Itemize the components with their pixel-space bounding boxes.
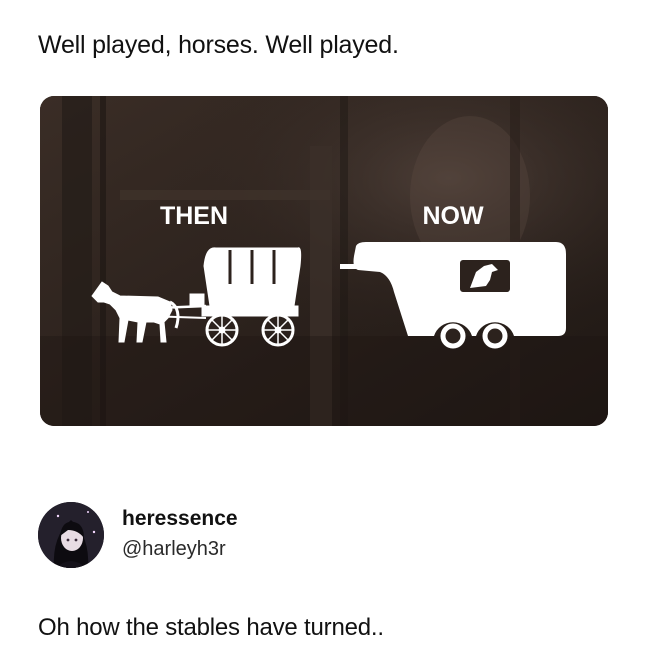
post-screenshot: Well played, horses. Well played. THEN N… xyxy=(0,0,646,665)
then-label: THEN xyxy=(160,202,228,230)
then-now-graphic: THEN NOW xyxy=(40,96,608,426)
post-image[interactable]: THEN NOW xyxy=(40,96,608,426)
author-handle[interactable]: @harleyh3r xyxy=(122,536,226,562)
avatar-illustration xyxy=(38,502,104,568)
post-text: Well played, horses. Well played. xyxy=(38,31,399,59)
reply-text: Oh how the stables have turned.. xyxy=(38,614,384,641)
reply-author[interactable]: heressence @harleyh3r xyxy=(38,498,438,568)
now-label: NOW xyxy=(422,202,484,230)
author-name[interactable]: heressence xyxy=(122,506,238,532)
avatar[interactable] xyxy=(38,502,104,568)
